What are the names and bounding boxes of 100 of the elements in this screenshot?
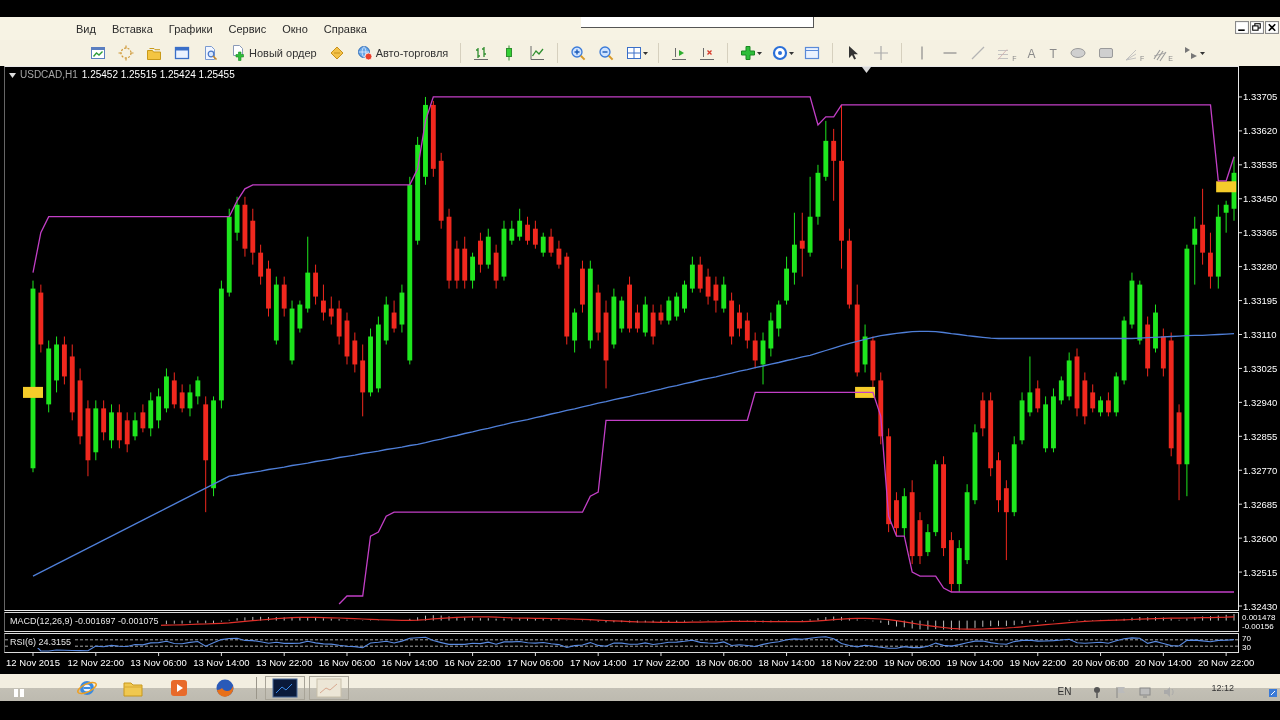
panel-window-icon[interactable] <box>804 45 821 61</box>
time-axis-label: 16 Nov 06:00 <box>318 657 376 668</box>
caret-icon[interactable] <box>789 51 795 55</box>
time-axis-label: 18 Nov 14:00 <box>758 657 815 668</box>
square-slash-icon[interactable] <box>1268 687 1278 698</box>
flag-icon[interactable] <box>1115 685 1128 698</box>
close-icon[interactable] <box>1265 21 1279 34</box>
zoom-out-icon[interactable] <box>598 45 615 61</box>
candle-wick <box>534 220 536 250</box>
candle-wick <box>778 300 780 337</box>
time-axis-label: 12 Nov 22:00 <box>67 657 125 668</box>
time-axis-label: 12 Nov 2015 <box>6 657 60 668</box>
candle-wick <box>762 332 764 385</box>
scale-label: 0.001478 <box>1242 613 1276 622</box>
folder-icon[interactable] <box>146 45 162 61</box>
candle-wick <box>519 208 521 242</box>
menu-item[interactable]: Вставка <box>103 19 161 38</box>
document-plus-icon <box>230 45 246 61</box>
candle-wick <box>746 312 748 349</box>
candle-wick <box>197 375 199 405</box>
candle-wick <box>158 387 160 429</box>
window-icon[interactable] <box>174 45 190 61</box>
price-axis-label: 1.32940 <box>1243 396 1278 408</box>
candle-wick <box>1225 200 1227 234</box>
menu-item[interactable]: Справка <box>315 19 375 38</box>
candle-wick <box>1194 216 1196 286</box>
time-axis-label: 20 Nov 14:00 <box>1135 657 1192 668</box>
language-indicator[interactable]: EN <box>1057 686 1072 697</box>
bar-chart-icon[interactable] <box>473 45 490 61</box>
taskbar-window-button[interactable] <box>265 675 305 700</box>
speaker-icon[interactable] <box>1163 685 1176 698</box>
candle-wick <box>1060 375 1062 405</box>
ellipse-icon[interactable] <box>1069 45 1086 61</box>
time-axis-label: 19 Nov 14:00 <box>946 657 1004 668</box>
tile-windows-icon[interactable] <box>626 45 643 61</box>
line-chart-icon[interactable] <box>529 45 546 61</box>
price-axis-label: 1.32600 <box>1243 532 1278 544</box>
chart-window-icon[interactable] <box>90 45 106 61</box>
time-axis-label: 13 Nov 14:00 <box>193 657 250 668</box>
candle-wick <box>754 332 756 369</box>
candle-wick <box>299 300 301 333</box>
indicator-label: MACD(12,26,9) -0.001697 -0.001075 <box>8 616 161 627</box>
menu-item[interactable]: Вид <box>68 19 104 38</box>
diamond-icon[interactable] <box>328 45 345 61</box>
plus-icon[interactable] <box>740 45 757 61</box>
axis-arrow-icon[interactable] <box>671 45 688 61</box>
menu-item[interactable]: Окно <box>274 19 316 38</box>
time-axis-label: 13 Nov 22:00 <box>255 657 313 668</box>
start-button[interactable] <box>12 687 26 698</box>
candle-wick <box>691 256 693 294</box>
chart-window-icon <box>316 677 342 698</box>
minimize-icon[interactable] <box>1235 21 1249 34</box>
axis-cross-icon[interactable] <box>699 45 716 61</box>
candle-wick <box>479 232 481 274</box>
time-axis-label: 17 Nov 22:00 <box>632 657 690 668</box>
caret-icon[interactable] <box>1199 51 1205 55</box>
triangle-marker-icon[interactable] <box>862 67 871 73</box>
candle-wick <box>660 304 662 326</box>
monitor-icon <box>272 677 298 698</box>
candle-wick <box>1107 391 1109 417</box>
time-axis-label: 20 Nov 06:00 <box>1072 657 1129 668</box>
caret-icon[interactable] <box>9 72 16 78</box>
candle-wick <box>527 216 529 246</box>
candle-wick <box>738 304 740 337</box>
candle-wick <box>542 232 544 258</box>
candle-wick <box>1209 232 1211 290</box>
price-axis-label: 1.33450 <box>1243 193 1278 205</box>
indicator-label: RSI(6) 24.3155 <box>8 637 74 648</box>
screen-icon[interactable] <box>1139 685 1152 698</box>
caret-icon[interactable] <box>643 51 649 55</box>
price-axis-label: 1.32685 <box>1243 498 1278 510</box>
globe-icon <box>356 45 373 61</box>
restore-icon[interactable] <box>1250 21 1264 34</box>
quote-values: 1.25452 1.25515 1.25424 1.25455 <box>81 69 235 81</box>
clock[interactable]: 12:12 <box>1211 683 1234 693</box>
candle-wick <box>558 240 560 270</box>
caret-icon[interactable] <box>757 51 763 55</box>
price-axis-label: 1.33195 <box>1243 295 1278 307</box>
arrows-icon[interactable] <box>1182 45 1199 61</box>
candle-wick <box>283 276 285 318</box>
menu-item[interactable]: Графики <box>160 19 221 38</box>
auto-trading-button[interactable]: Авто-торговля <box>352 42 453 64</box>
candle-wick <box>707 268 709 306</box>
new-order-button[interactable]: Новый ордер <box>226 42 321 64</box>
rectangle-icon[interactable] <box>1097 45 1114 61</box>
menu-item[interactable]: Сервис <box>220 19 275 38</box>
candle-wick <box>927 523 929 557</box>
time-axis-label: 18 Nov 06:00 <box>695 657 753 668</box>
document-search-icon[interactable] <box>202 45 218 61</box>
candle-wick <box>684 280 685 314</box>
price-axis-label: 1.33705 <box>1243 91 1278 103</box>
time-axis-label: 13 Nov 06:00 <box>130 657 187 668</box>
time-axis-label: 16 Nov 14:00 <box>381 657 439 668</box>
candle-wick <box>801 212 803 278</box>
candle-wick <box>189 383 191 417</box>
price-axis-label: 1.32855 <box>1243 430 1278 442</box>
zoom-in-icon[interactable] <box>570 45 587 61</box>
ring-icon[interactable] <box>772 45 789 61</box>
candle-wick <box>173 371 175 409</box>
candle-wick <box>322 284 324 322</box>
